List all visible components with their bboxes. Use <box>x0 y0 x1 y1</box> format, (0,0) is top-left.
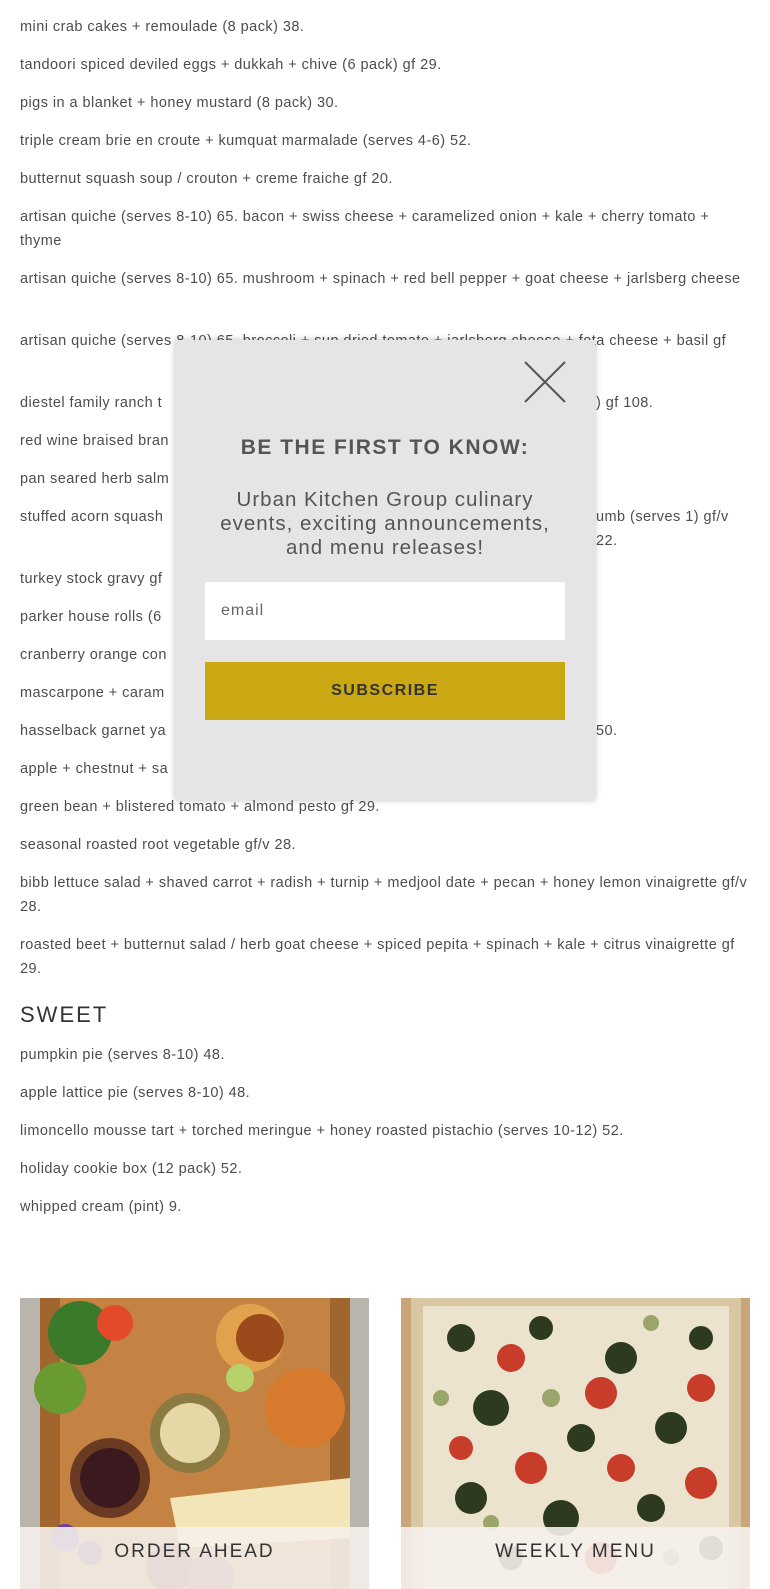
menu-item: diestel family ranch t <box>20 395 163 411</box>
menu-item: whipped cream (pint) 9. <box>20 1199 182 1215</box>
newsletter-modal: BE THE FIRST TO KNOW: Urban Kitchen Grou… <box>175 340 595 800</box>
weekly-menu-label[interactable]: WEEKLY MENU <box>401 1527 750 1589</box>
menu-item: apple lattice pie (serves 8-10) 48. <box>20 1085 251 1101</box>
menu-item: butternut squash soup / crouton + creme … <box>20 171 393 187</box>
subscribe-button[interactable]: SUBSCRIBE <box>205 662 565 720</box>
weekly-menu-card[interactable]: WEEKLY MENU <box>401 1298 750 1589</box>
menu-item: seasonal roasted root vegetable gf/v 28. <box>20 837 296 853</box>
menu-item: apple + chestnut + sa <box>20 761 169 777</box>
menu-item: limoncello mousse tart + torched meringu… <box>20 1123 624 1139</box>
order-ahead-card[interactable]: ORDER AHEAD <box>20 1298 369 1589</box>
menu-item: triple cream brie en croute + kumquat ma… <box>20 133 472 149</box>
menu-item: red wine braised bran <box>20 433 169 449</box>
menu-item: stuffed acorn squash <box>20 509 164 525</box>
order-ahead-label[interactable]: ORDER AHEAD <box>20 1527 369 1589</box>
menu-item: cranberry orange con <box>20 647 167 663</box>
modal-title: BE THE FIRST TO KNOW: <box>240 436 530 459</box>
modal-subtitle: Urban Kitchen Group culinary events, exc… <box>220 488 550 559</box>
section-heading-sweet: SWEET <box>20 1002 109 1027</box>
menu-item: holiday cookie box (12 pack) 52. <box>20 1161 243 1177</box>
menu-item: artisan quiche (serves 8-10) 65. mushroo… <box>20 271 741 287</box>
menu-item-tail: 50. <box>596 723 618 739</box>
email-field[interactable] <box>205 582 565 640</box>
menu-item: bibb lettuce salad + shaved carrot + rad… <box>20 875 748 915</box>
menu-item: mascarpone + caram <box>20 685 165 701</box>
menu-item: pan seared herb salm <box>20 471 170 487</box>
close-icon[interactable] <box>521 358 569 406</box>
menu-item: turkey stock gravy gf <box>20 571 163 587</box>
menu-item: hasselback garnet ya <box>20 723 167 739</box>
menu-item-tail: umb (serves 1) gf/v 22. <box>596 509 729 549</box>
menu-item: pigs in a blanket + honey mustard (8 pac… <box>20 95 339 111</box>
menu-item: mini crab cakes + remoulade (8 pack) 38. <box>20 19 305 35</box>
menu-item: tandoori spiced deviled eggs + dukkah + … <box>20 57 442 73</box>
menu-item-tail: ) gf 108. <box>596 395 654 411</box>
menu-item: pumpkin pie (serves 8-10) 48. <box>20 1047 225 1063</box>
menu-item: roasted beet + butternut salad / herb go… <box>20 937 735 977</box>
menu-item: parker house rolls (6 <box>20 609 162 625</box>
menu-item: artisan quiche (serves 8-10) 65. bacon +… <box>20 209 710 249</box>
